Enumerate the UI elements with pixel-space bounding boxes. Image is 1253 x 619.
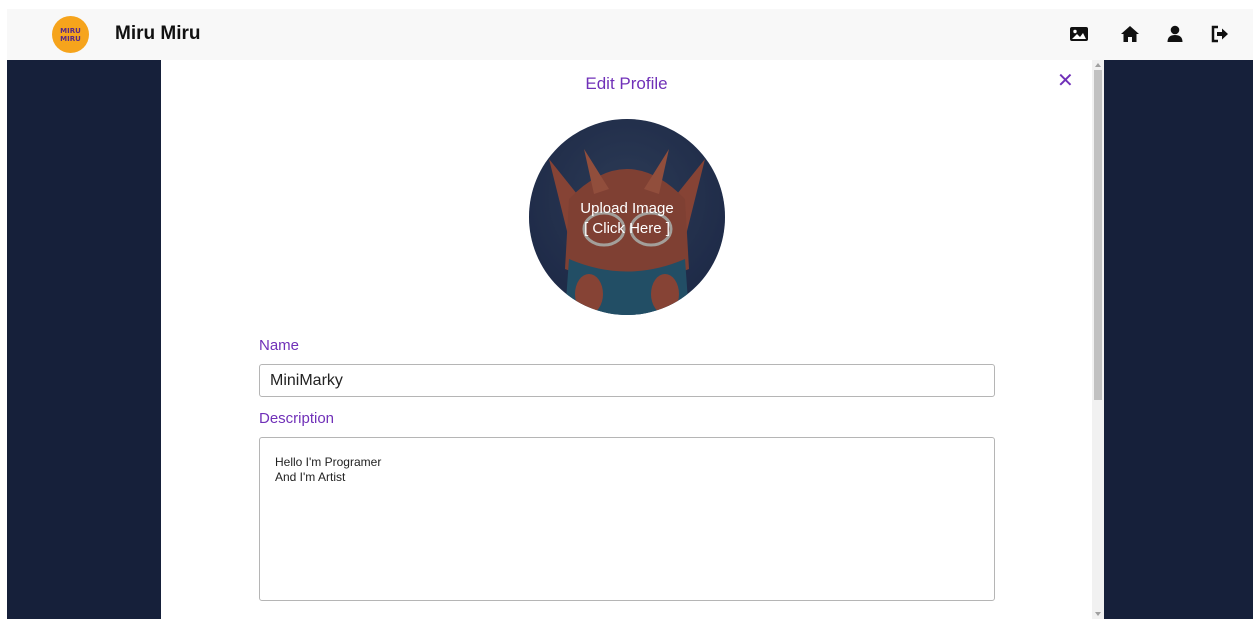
scroll-down-arrow-icon[interactable] [1095, 612, 1101, 616]
app-logo[interactable]: MIRU MIRU [52, 16, 89, 53]
image-icon[interactable] [1069, 24, 1089, 44]
logo-text-bottom: MIRU [60, 34, 81, 43]
description-label: Description [259, 410, 335, 427]
scrollbar-thumb[interactable] [1094, 70, 1102, 400]
description-input[interactable]: Hello I'm Programer And I'm Artist [259, 437, 995, 601]
upload-image-label[interactable]: Upload Image [ Click Here ] [529, 199, 725, 239]
name-label: Name [259, 337, 300, 354]
home-icon[interactable] [1120, 24, 1140, 44]
name-input[interactable] [259, 364, 995, 397]
modal-scrollbar[interactable] [1092, 60, 1104, 619]
top-navbar: MIRU MIRU Miru Miru [7, 9, 1253, 60]
edit-profile-modal: Edit Profile ✕ Upload Image [ Click Here… [161, 60, 1092, 619]
logo-text-top: MIRU [60, 26, 81, 35]
app-title[interactable]: Miru Miru [115, 23, 201, 45]
click-here-text: [ Click Here ] [584, 220, 670, 237]
upload-image-text: Upload Image [580, 200, 674, 217]
logout-icon[interactable] [1210, 24, 1230, 44]
modal-title: Edit Profile [585, 74, 668, 93]
close-icon[interactable]: ✕ [1057, 68, 1074, 92]
scroll-up-arrow-icon[interactable] [1095, 63, 1101, 67]
user-icon[interactable] [1165, 24, 1185, 44]
avatar-upload[interactable]: Upload Image [ Click Here ] [529, 119, 725, 315]
